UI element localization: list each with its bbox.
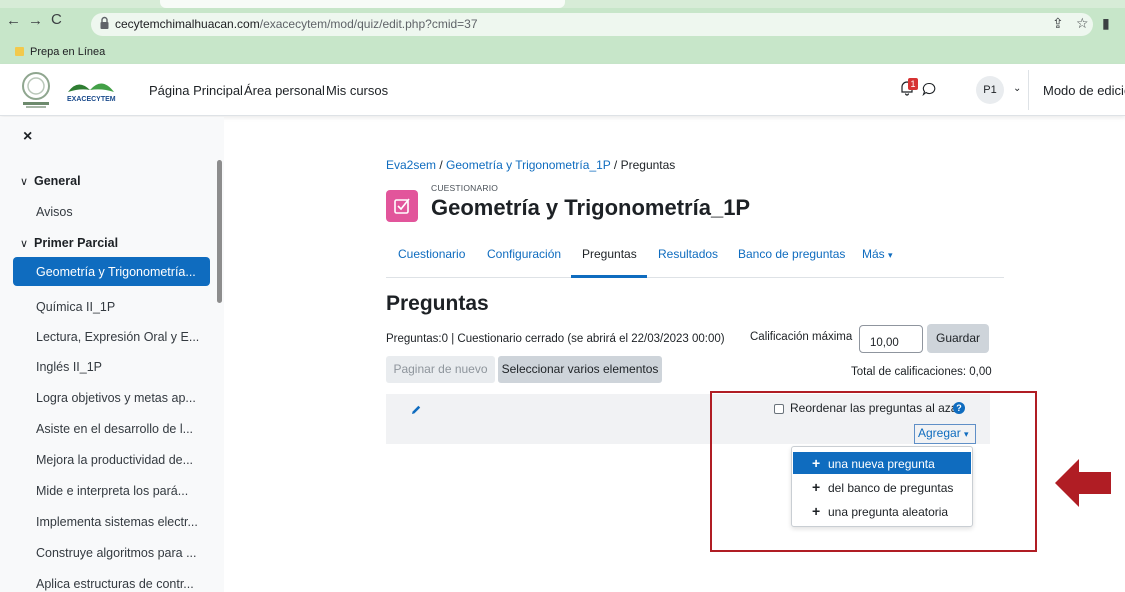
drawer-item[interactable]: Química II_1P: [36, 300, 115, 314]
select-multiple-button[interactable]: Seleccionar varios elementos: [498, 356, 662, 383]
drawer-item[interactable]: Aplica estructuras de contr...: [36, 577, 194, 591]
lock-icon: [100, 16, 109, 29]
tab-preguntas[interactable]: Preguntas: [582, 247, 637, 261]
tab-mas[interactable]: Más ▾: [862, 247, 893, 261]
breadcrumb-separator: /: [613, 158, 621, 172]
section-heading: Preguntas: [386, 292, 489, 315]
drawer-item[interactable]: Construye algoritmos para ...: [36, 546, 197, 560]
back-icon[interactable]: ←: [6, 12, 21, 29]
notification-badge: 1: [908, 78, 918, 90]
url-host: cecytemchimalhuacan.com: [115, 17, 260, 31]
drawer-item[interactable]: Mejora la productividad de...: [36, 453, 193, 467]
url-text: cecytemchimalhuacan.com/exacecytem/mod/q…: [115, 17, 478, 31]
browser-tab[interactable]: [160, 0, 565, 8]
bookmarks-bar: [0, 40, 1125, 64]
nav-dashboard[interactable]: Área personal: [244, 83, 325, 98]
active-tab-indicator: [571, 275, 647, 278]
share-icon[interactable]: ⇪: [1052, 15, 1064, 32]
drawer-item-avisos[interactable]: Avisos: [36, 205, 73, 219]
drawer-item[interactable]: Asiste en el desarrollo de l...: [36, 422, 193, 436]
tab-configuracion[interactable]: Configuración: [487, 247, 561, 261]
svg-text:EXACECYTEM: EXACECYTEM: [67, 96, 116, 103]
repaginate-button[interactable]: Paginar de nuevo: [386, 356, 495, 383]
cecytem-logo[interactable]: [20, 70, 52, 110]
nav-home[interactable]: Página Principal: [149, 83, 243, 98]
folder-icon: [15, 47, 24, 56]
url-path: /exacecytem/mod/quiz/edit.php?cmid=37: [259, 17, 478, 31]
pencil-icon[interactable]: [410, 404, 422, 416]
max-grade-label: Calificación máxima: [750, 331, 853, 343]
section-title: Primer Parcial: [34, 236, 119, 250]
breadcrumb-quiz[interactable]: Geometría y Trigonometría_1P: [446, 158, 611, 172]
nav-my-courses[interactable]: Mis cursos: [326, 83, 388, 98]
close-icon[interactable]: ×: [23, 128, 32, 146]
quiz-activity-icon: [386, 190, 418, 222]
exacecytem-logo[interactable]: EXACECYTEM: [64, 76, 118, 106]
star-icon[interactable]: ☆: [1076, 15, 1089, 32]
drawer-item[interactable]: Mide e interpreta los pará...: [36, 484, 188, 498]
chevron-down-icon[interactable]: ⌄: [1013, 83, 1021, 94]
navbar-divider: [1028, 70, 1029, 110]
arrow-left-icon: [1055, 459, 1111, 507]
forward-icon[interactable]: →: [28, 12, 43, 29]
reload-icon[interactable]: C: [51, 11, 62, 28]
tab-banco[interactable]: Banco de preguntas: [738, 247, 845, 261]
chevron-down-icon: ▾: [888, 250, 893, 260]
breadcrumb-current: Preguntas: [620, 158, 676, 172]
quiz-status-info: Preguntas:0 | Cuestionario cerrado (se a…: [386, 333, 725, 345]
save-button[interactable]: Guardar: [927, 324, 989, 353]
chevron-down-icon: ∨: [20, 238, 29, 250]
breadcrumb: Eva2sem / Geometría y Trigonometría_1P /…: [386, 158, 675, 172]
section-primer-parcial[interactable]: ∨ Primer Parcial: [20, 236, 118, 250]
total-grades: Total de calificaciones: 0,00: [851, 366, 992, 378]
page-title: Geometría y Trigonometría_1P: [431, 195, 751, 220]
highlight-box: [710, 391, 1037, 552]
drawer-item-active[interactable]: Geometría y Trigonometría...: [13, 257, 210, 286]
max-grade-input[interactable]: [859, 325, 923, 353]
checkbox-edit-icon: [394, 198, 410, 214]
chevron-down-icon: ∨: [20, 176, 29, 188]
drawer-item[interactable]: Implementa sistemas electr...: [36, 515, 198, 529]
section-title: General: [34, 174, 81, 188]
tab-cuestionario[interactable]: Cuestionario: [398, 247, 465, 261]
bookmark-prepa[interactable]: Prepa en Línea: [30, 46, 105, 58]
user-avatar[interactable]: P1: [976, 76, 1004, 104]
tab-mas-label: Más: [862, 247, 885, 261]
tab-resultados[interactable]: Resultados: [658, 247, 718, 261]
edit-mode-toggle[interactable]: Modo de edición: [1043, 83, 1125, 98]
drawer-item[interactable]: Inglés II_1P: [36, 360, 102, 374]
breadcrumb-course[interactable]: Eva2sem: [386, 158, 436, 172]
sidepanel-icon[interactable]: ▮: [1102, 15, 1110, 32]
section-general[interactable]: ∨ General: [20, 174, 81, 188]
chat-icon[interactable]: [922, 82, 936, 96]
drawer-scrollbar[interactable]: [217, 160, 222, 303]
activity-type-label: CUESTIONARIO: [431, 183, 499, 193]
drawer-item[interactable]: Logra objetivos y metas ap...: [36, 391, 196, 405]
drawer-item[interactable]: Lectura, Expresión Oral y E...: [36, 330, 199, 344]
